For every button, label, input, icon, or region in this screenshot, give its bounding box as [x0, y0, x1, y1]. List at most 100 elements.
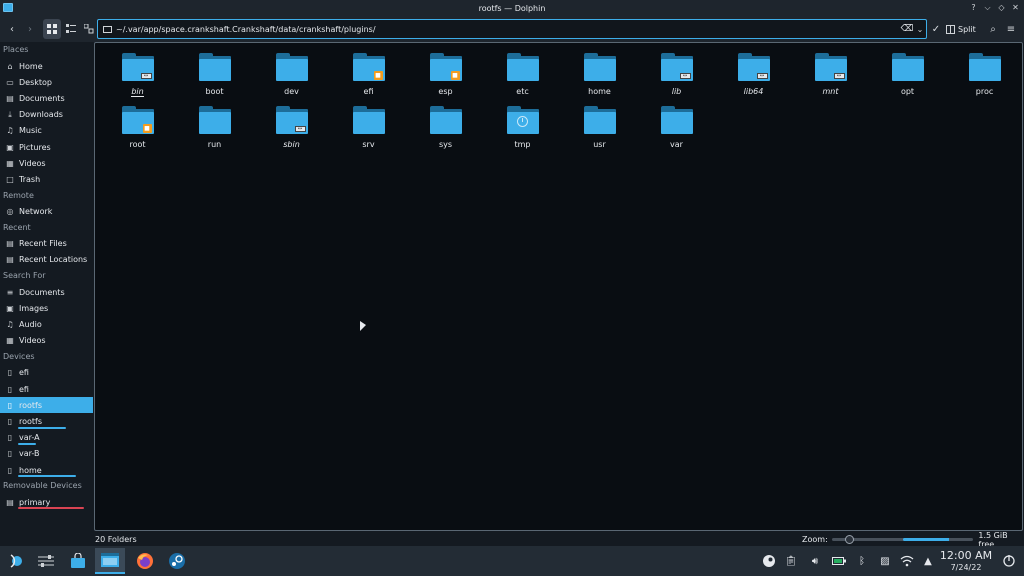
show-desktop[interactable]	[998, 546, 1020, 576]
system-settings-launcher[interactable]	[31, 548, 61, 574]
lock-emblem-icon: ■	[142, 124, 152, 133]
sidebar-item-recent-files[interactable]: ▤ Recent Files	[0, 236, 93, 252]
folder-item[interactable]: var	[638, 101, 715, 154]
folder-item[interactable]: ↔ lib64	[715, 48, 792, 101]
sidebar-item-label: rootfs	[19, 400, 43, 410]
minimize-icon[interactable]: ⌵	[983, 2, 992, 13]
folder-item[interactable]: proc	[946, 48, 1023, 101]
symlink-emblem-icon: ↔	[833, 73, 845, 79]
folder-item[interactable]: ↔ bin	[99, 48, 176, 101]
location-bar[interactable]: ~/.var/app/space.crankshaft.Crankshaft/d…	[97, 19, 927, 39]
file-view[interactable]: ↔ bin boot dev ■ efi ■ esp etc home ↔ lib ↔ lib64 ↔ mnt…	[94, 42, 1023, 531]
folder-icon	[198, 106, 231, 134]
tray-expand[interactable]: ▲	[917, 546, 939, 576]
sidebar-item-device-efi[interactable]: ▯ efi	[0, 365, 93, 381]
sidebar-item-music[interactable]: ♫ Music	[0, 123, 93, 139]
clipboard-icon: 📋︎	[784, 555, 798, 567]
forward-button[interactable]: ›	[23, 19, 37, 39]
device-tray[interactable]: ▨	[874, 546, 896, 576]
confirm-path-button[interactable]: ✓	[929, 19, 943, 39]
folder-item[interactable]: tmp	[484, 101, 561, 154]
sidebar-item-recent-locations[interactable]: ▤ Recent Locations	[0, 252, 93, 268]
sidebar-item-videos[interactable]: ▦ Videos	[0, 155, 93, 171]
folder-item[interactable]: home	[561, 48, 638, 101]
usage-bar	[18, 426, 66, 429]
clipboard-tray[interactable]: 📋︎	[780, 546, 802, 576]
dolphin-app-icon[interactable]	[3, 3, 13, 12]
details-view-button[interactable]	[81, 19, 97, 39]
location-path[interactable]: ~/.var/app/space.crankshaft.Crankshaft/d…	[116, 25, 900, 34]
zoom-slider-handle[interactable]	[845, 535, 855, 544]
sidebar-item-desktop[interactable]: ▭ Desktop	[0, 74, 93, 90]
help-icon[interactable]: ?	[969, 2, 978, 13]
menu-button[interactable]: ≡	[1004, 19, 1018, 39]
sidebar-item-documents[interactable]: ▤ Documents	[0, 90, 93, 106]
icons-view-button[interactable]	[43, 19, 61, 39]
bluetooth-tray[interactable]: ᛒ	[851, 546, 873, 576]
folder-icon: ↔	[660, 53, 693, 81]
battery-tray[interactable]	[828, 546, 850, 576]
videos-icon: ▦	[6, 336, 14, 346]
folder-item[interactable]: usr	[561, 101, 638, 154]
folder-item[interactable]: ■ esp	[407, 48, 484, 101]
sdcard-icon: ▤	[6, 497, 14, 507]
firefox-icon	[137, 553, 153, 569]
sidebar-item-label: Pictures	[19, 142, 51, 152]
folder-item[interactable]: ↔ sbin	[253, 101, 330, 154]
sidebar-item-device-rootfs-2[interactable]: ▯ rootfs	[0, 413, 93, 429]
discover-launcher[interactable]	[63, 548, 93, 574]
folder-item[interactable]: dev	[253, 48, 330, 101]
compact-view-button[interactable]	[63, 19, 79, 39]
sidebar-item-label: Downloads	[19, 110, 63, 120]
chevron-down-icon[interactable]: ⌄	[914, 25, 926, 34]
folder-item[interactable]: boot	[176, 48, 253, 101]
folder-item[interactable]: sys	[407, 101, 484, 154]
sidebar-item-search-documents[interactable]: ≡ Documents	[0, 284, 93, 300]
steam-tray[interactable]	[758, 546, 780, 576]
back-button[interactable]: ‹	[5, 19, 19, 39]
folder-item[interactable]: ↔ lib	[638, 48, 715, 101]
clear-icon[interactable]: ⌫	[900, 24, 914, 34]
audio-icon: ♫	[6, 320, 14, 330]
sidebar-item-pictures[interactable]: ▣ Pictures	[0, 139, 93, 155]
bluetooth-icon: ᛒ	[859, 555, 865, 567]
sidebar-item-home[interactable]: ⌂ Home	[0, 58, 93, 74]
folder-item[interactable]: run	[176, 101, 253, 154]
sidebar-item-device-home[interactable]: ▯ home	[0, 462, 93, 478]
folder-item[interactable]: ■ root	[99, 101, 176, 154]
sidebar-item-trash[interactable]: □ Trash	[0, 171, 93, 187]
folder-item[interactable]: ↔ mnt	[792, 48, 869, 101]
dolphin-task[interactable]	[95, 548, 125, 574]
sidebar-item-search-images[interactable]: ▣ Images	[0, 300, 93, 316]
folder-name: dev	[284, 87, 299, 96]
folder-item[interactable]: etc	[484, 48, 561, 101]
folder-item[interactable]: ■ efi	[330, 48, 407, 101]
sidebar-item-network[interactable]: ◎ Network	[0, 204, 93, 220]
sidebar-item-primary[interactable]: ▤ primary	[0, 494, 93, 510]
sidebar-item-downloads[interactable]: ⤓ Downloads	[0, 107, 93, 123]
folder-name: lib64	[743, 87, 764, 96]
close-icon[interactable]: ✕	[1011, 2, 1020, 13]
folder-icon	[103, 25, 112, 33]
firefox-task[interactable]	[130, 548, 160, 574]
folder-item[interactable]: srv	[330, 101, 407, 154]
volume-tray[interactable]: 🔊︎	[804, 546, 826, 576]
sidebar-item-search-audio[interactable]: ♫ Audio	[0, 316, 93, 332]
sidebar-item-label: Images	[19, 303, 49, 313]
sidebar-item-device-var-a[interactable]: ▯ var-A	[0, 430, 93, 446]
sidebar-item-device-rootfs[interactable]: ▯ rootfs	[0, 397, 93, 414]
steam-task[interactable]	[162, 548, 192, 574]
search-button[interactable]: ⌕	[986, 19, 1000, 39]
sidebar-item-device-efi-2[interactable]: ▯ efi	[0, 381, 93, 397]
folder-item[interactable]: opt	[869, 48, 946, 101]
split-button[interactable]: Split	[946, 19, 976, 39]
steamdeck-launcher-icon	[10, 554, 22, 568]
application-launcher[interactable]	[2, 548, 30, 574]
sidebar-item-device-var-b[interactable]: ▯ var-B	[0, 446, 93, 462]
digital-clock[interactable]: 12:00 AM 7/24/22	[938, 550, 994, 573]
folder-name: opt	[900, 87, 915, 96]
section-remote: Remote	[3, 190, 34, 200]
sidebar-item-search-videos[interactable]: ▦ Videos	[0, 333, 93, 349]
network-tray[interactable]	[896, 546, 918, 576]
maximize-icon[interactable]: ◇	[997, 2, 1006, 13]
